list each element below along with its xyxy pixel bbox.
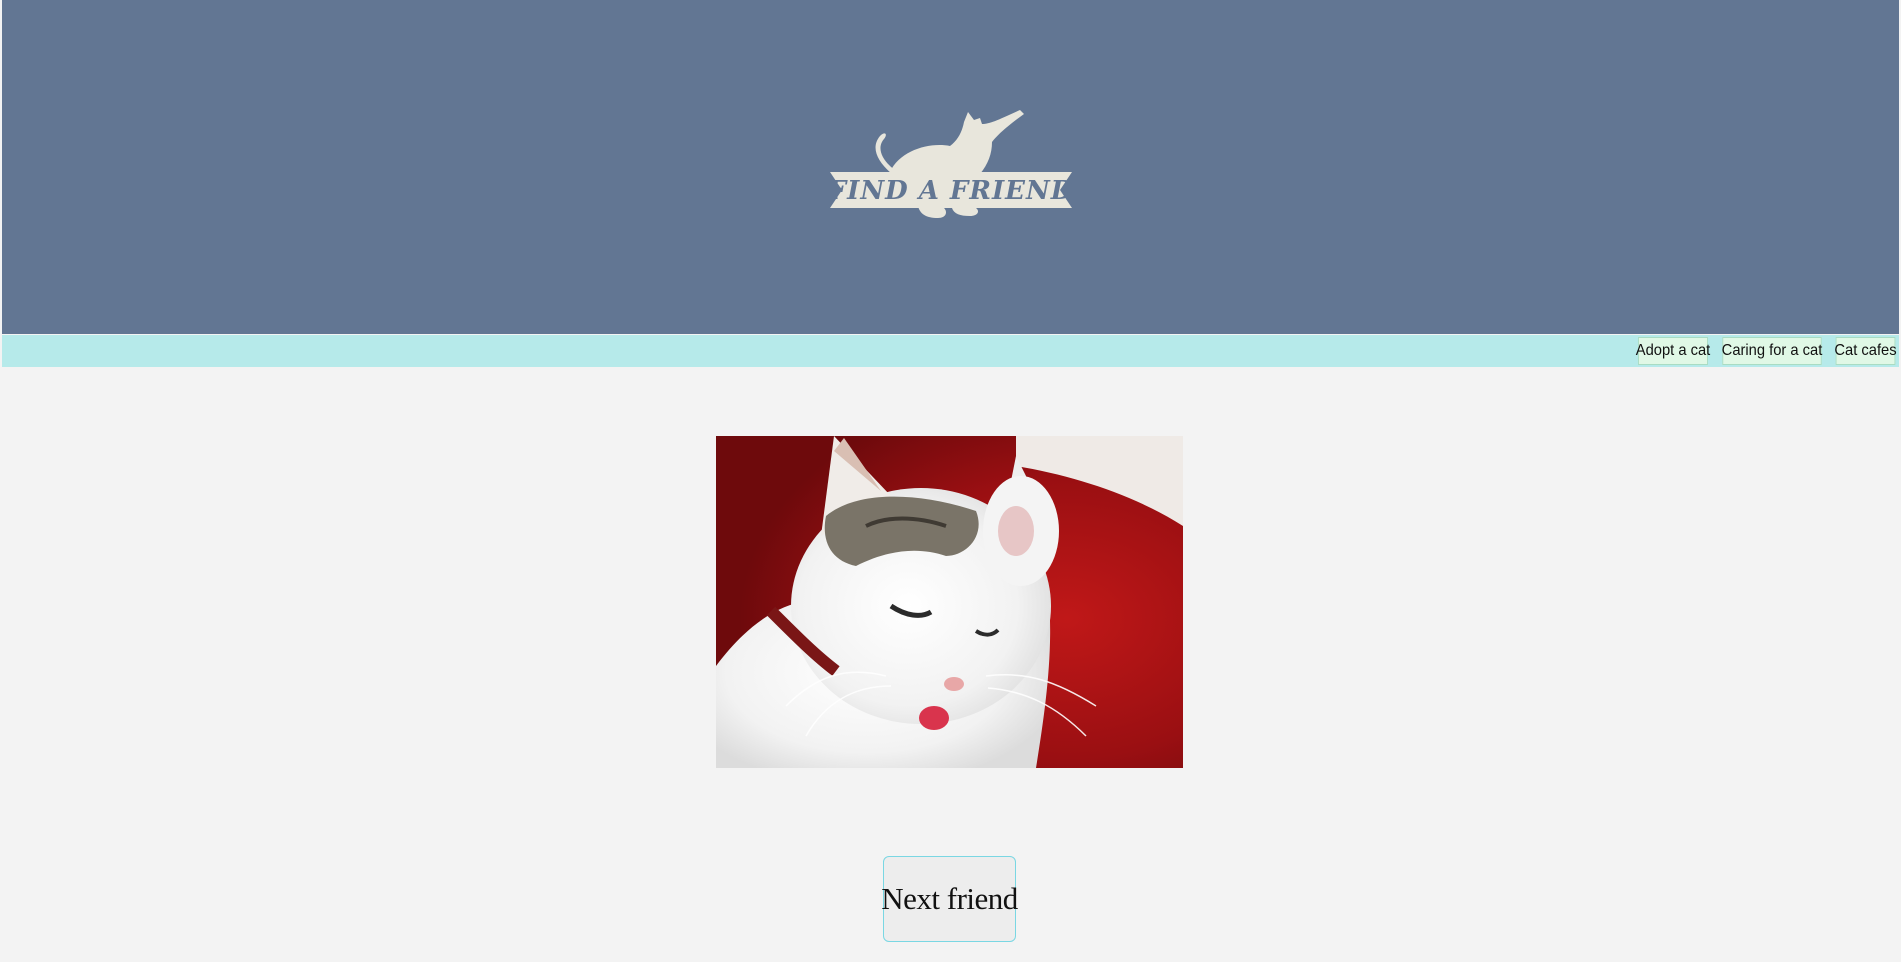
next-friend-label: Next friend: [881, 881, 1018, 916]
find-a-friend-logo[interactable]: FIND A FRIEND: [830, 110, 1072, 222]
nav-item-adopt-a-cat[interactable]: Adopt a cat: [1635, 337, 1711, 365]
header-banner: FIND A FRIEND: [2, 0, 1899, 334]
nav-item-cat-cafes[interactable]: Cat cafes: [1834, 337, 1897, 365]
nav-item-caring-for-a-cat[interactable]: Caring for a cat: [1721, 337, 1823, 365]
page: FIND A FRIEND Adopt a cat Caring for a c…: [0, 0, 1901, 962]
nav-item-label: Cat cafes: [1834, 342, 1897, 359]
cat-photo: [716, 436, 1183, 768]
logo-text: FIND A FRIEND: [830, 176, 1072, 206]
nav-item-label: Adopt a cat: [1635, 342, 1711, 359]
cat-icon: FIND A FRIEND: [830, 110, 1072, 218]
nav-item-label: Caring for a cat: [1721, 342, 1823, 359]
nav-bar: Adopt a cat Caring for a cat Cat cafes: [2, 335, 1899, 367]
next-friend-button[interactable]: Next friend: [881, 856, 1018, 942]
